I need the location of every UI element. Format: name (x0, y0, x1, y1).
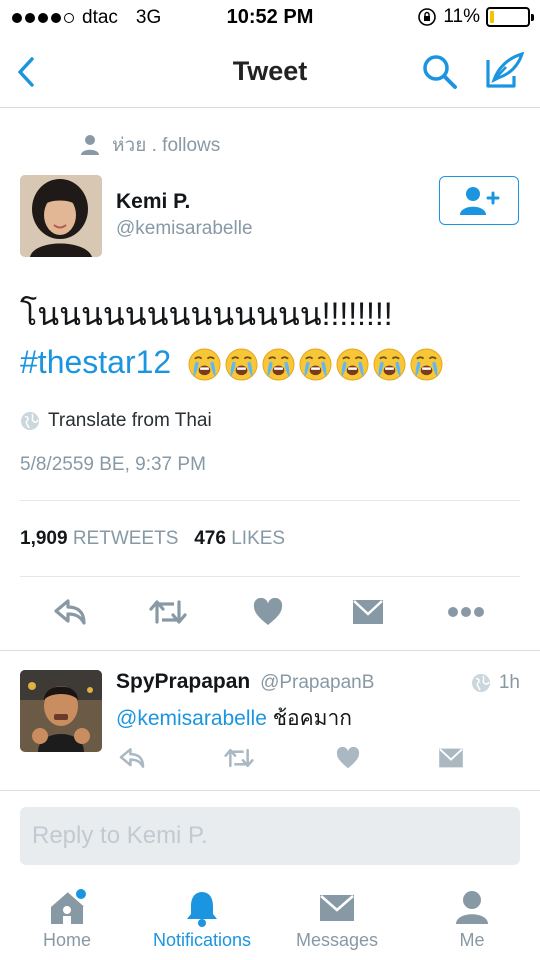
reply-button[interactable] (50, 590, 90, 634)
reply-author-handle[interactable]: @PrapapanB (260, 672, 374, 693)
translate-label[interactable]: Translate from Thai (48, 410, 212, 432)
bell-icon (187, 892, 217, 927)
tweet-timestamp: 5/8/2559 BE, 9:37 PM (20, 454, 206, 475)
mention-link[interactable]: @kemisarabelle (116, 707, 267, 730)
author-avatar[interactable] (20, 175, 102, 257)
crying-face-emoji (225, 348, 258, 381)
crying-face-emoji (410, 348, 443, 381)
reply-icon (54, 599, 86, 625)
retweets-label[interactable]: RETWEETS (73, 528, 179, 549)
hashtag-link[interactable]: #thestar12 (20, 344, 171, 380)
retweet-icon (149, 600, 187, 624)
battery-percent: 11% (443, 6, 480, 27)
tab-label: Me (459, 930, 485, 950)
envelope-icon (320, 895, 354, 921)
add-user-icon (460, 186, 500, 215)
retweets-count[interactable]: 1,909 (20, 528, 68, 549)
likes-count[interactable]: 476 (194, 528, 226, 549)
tab-home[interactable]: Home (2, 888, 132, 951)
envelope-icon (439, 748, 463, 768)
tab-label: Home (42, 930, 91, 950)
more-options-button[interactable] (446, 590, 486, 634)
tweet-body: โนนนนนนนนนนนนน!!!!!!!! (20, 296, 393, 332)
search-icon[interactable] (420, 52, 460, 92)
author-name[interactable]: Kemi P. (116, 190, 190, 214)
likes-label[interactable]: LIKES (231, 528, 285, 549)
heart-icon (336, 747, 360, 769)
crying-face-emoji (373, 348, 406, 381)
divider (20, 576, 520, 577)
battery-level (490, 11, 494, 23)
globe-icon (21, 412, 39, 430)
orientation-lock-icon (418, 8, 437, 26)
tweet-actions (0, 590, 540, 634)
crying-face-emoji (299, 348, 332, 381)
reply-header: SpyPrapapan @PrapapanB (116, 670, 374, 694)
reply-time-label: 1h (498, 672, 520, 693)
social-context: ห่วย . follows (80, 130, 220, 160)
divider (0, 650, 540, 651)
reply-composer (0, 790, 540, 880)
crying-face-emoji (262, 348, 295, 381)
social-context-text: ห่วย . follows (112, 135, 221, 156)
battery-icon (486, 7, 534, 27)
reply-input[interactable] (20, 807, 520, 865)
reply-retweet-button[interactable] (222, 742, 256, 774)
like-button[interactable] (248, 590, 288, 634)
globe-icon (471, 674, 490, 692)
person-icon (81, 135, 99, 155)
reply-body: ช้อคมาก (272, 707, 352, 730)
status-bar: dtac 3G 10:52 PM 11% (0, 0, 540, 36)
reply-message-button[interactable] (434, 742, 468, 774)
reply-like-button[interactable] (331, 742, 365, 774)
reply-avatar[interactable] (20, 670, 102, 752)
follow-button[interactable] (439, 176, 519, 225)
direct-message-button[interactable] (348, 590, 388, 634)
tab-messages[interactable]: Messages (272, 888, 402, 951)
divider (20, 500, 520, 501)
tab-notifications[interactable]: Notifications (137, 888, 267, 951)
crying-face-emoji (336, 348, 369, 381)
heart-icon (253, 598, 283, 625)
reply-time: 1h (471, 672, 520, 694)
retweet-button[interactable] (148, 590, 188, 634)
tweet-text: โนนนนนนนนนนนนน!!!!!!!! #thestar12 (20, 290, 530, 386)
tab-label: Messages (295, 930, 379, 950)
person-icon (456, 891, 488, 924)
more-dots-icon (448, 607, 484, 617)
reply-reply-button[interactable] (115, 742, 149, 774)
compose-tweet-icon[interactable] (482, 50, 526, 92)
retweet-icon (224, 748, 254, 768)
author-handle[interactable]: @kemisarabelle (116, 218, 253, 240)
tab-me[interactable]: Me (407, 888, 537, 951)
tab-label: Notifications (152, 930, 252, 950)
translate-link[interactable]: Translate from Thai (20, 410, 212, 432)
crying-face-emoji (188, 348, 221, 381)
reply-author-name[interactable]: SpyPrapapan (116, 670, 250, 693)
envelope-icon (353, 600, 383, 624)
nav-bar: Tweet (0, 36, 540, 108)
emoji-row (188, 348, 443, 381)
tweet-stats: 1,909 RETWEETS 476 LIKES (20, 528, 285, 550)
reply-icon (119, 748, 145, 768)
reply-text: @kemisarabelle ช้อคมาก (116, 702, 352, 735)
home-icon (51, 889, 86, 924)
tab-bar: Home Notifications Messages Me (0, 880, 540, 960)
